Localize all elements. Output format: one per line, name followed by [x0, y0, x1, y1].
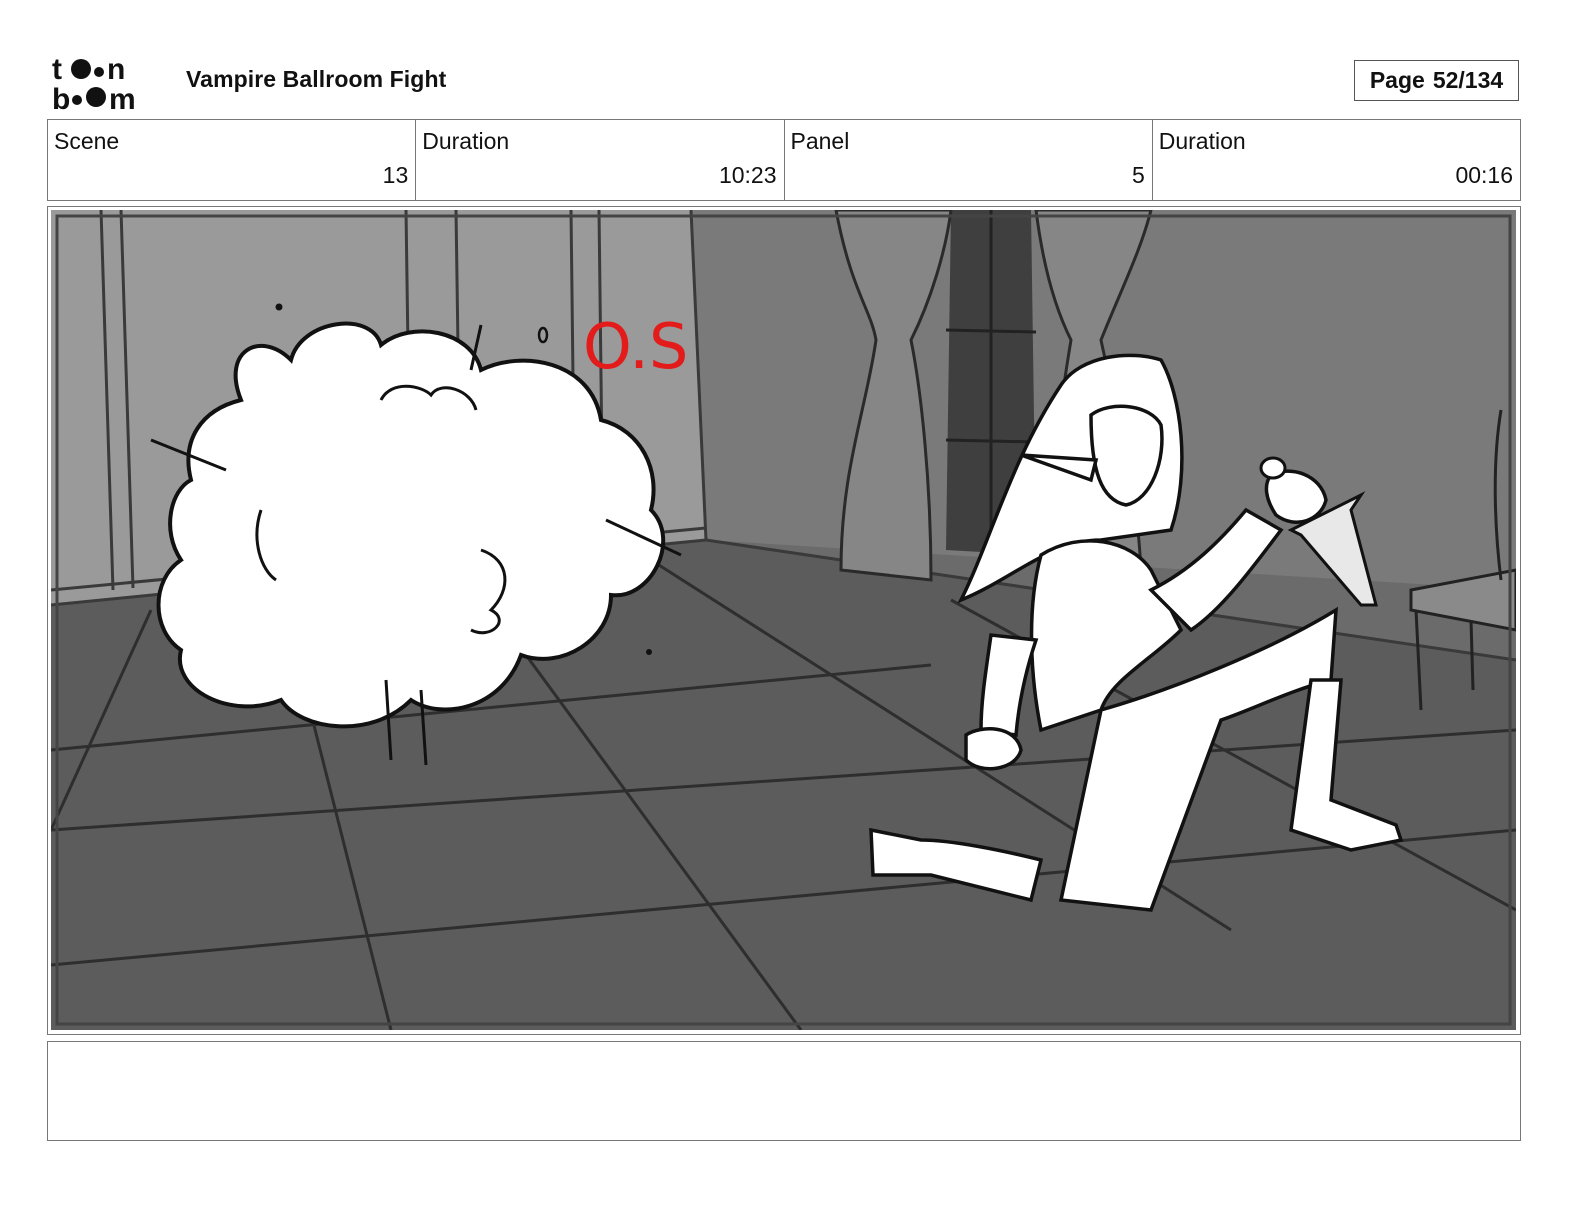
offscreen-annotation: O.S [583, 310, 688, 383]
panel-drawing: O.S [51, 210, 1516, 1030]
scene-duration-label: Duration [422, 128, 510, 154]
page-number: 52/134 [1432, 67, 1504, 93]
scene-duration-value: 10:23 [718, 162, 777, 188]
svg-text:t: t [52, 53, 62, 86]
scene-cell: Scene 13 [48, 120, 417, 200]
panel-label: Panel [790, 128, 850, 154]
panel-duration-cell: Duration 00:16 [1153, 120, 1520, 200]
panel-notes-box[interactable] [47, 1041, 1521, 1141]
panel-value: 5 [1131, 162, 1145, 188]
panel-cell: Panel 5 [785, 120, 1153, 200]
page-indicator: Page 52/134 [1354, 60, 1519, 101]
scene-label: Scene [54, 128, 120, 154]
panel-duration-label: Duration [1158, 128, 1246, 154]
toon-boom-logo: t n b m [52, 52, 164, 116]
panel-duration-value: 00:16 [1455, 162, 1513, 188]
project-title: Vampire Ballroom Fight [186, 66, 447, 92]
scene-duration-cell: Duration 10:23 [416, 120, 785, 200]
svg-text:b: b [52, 83, 70, 112]
svg-text:m: m [109, 83, 136, 112]
svg-text:n: n [107, 53, 125, 86]
scene-value: 13 [382, 162, 409, 188]
page-label: Page [1369, 67, 1425, 93]
scene-info-table: Scene 13 Duration 10:23 Panel 5 Duration… [47, 119, 1521, 201]
storyboard-panel: O.S [47, 206, 1521, 1035]
